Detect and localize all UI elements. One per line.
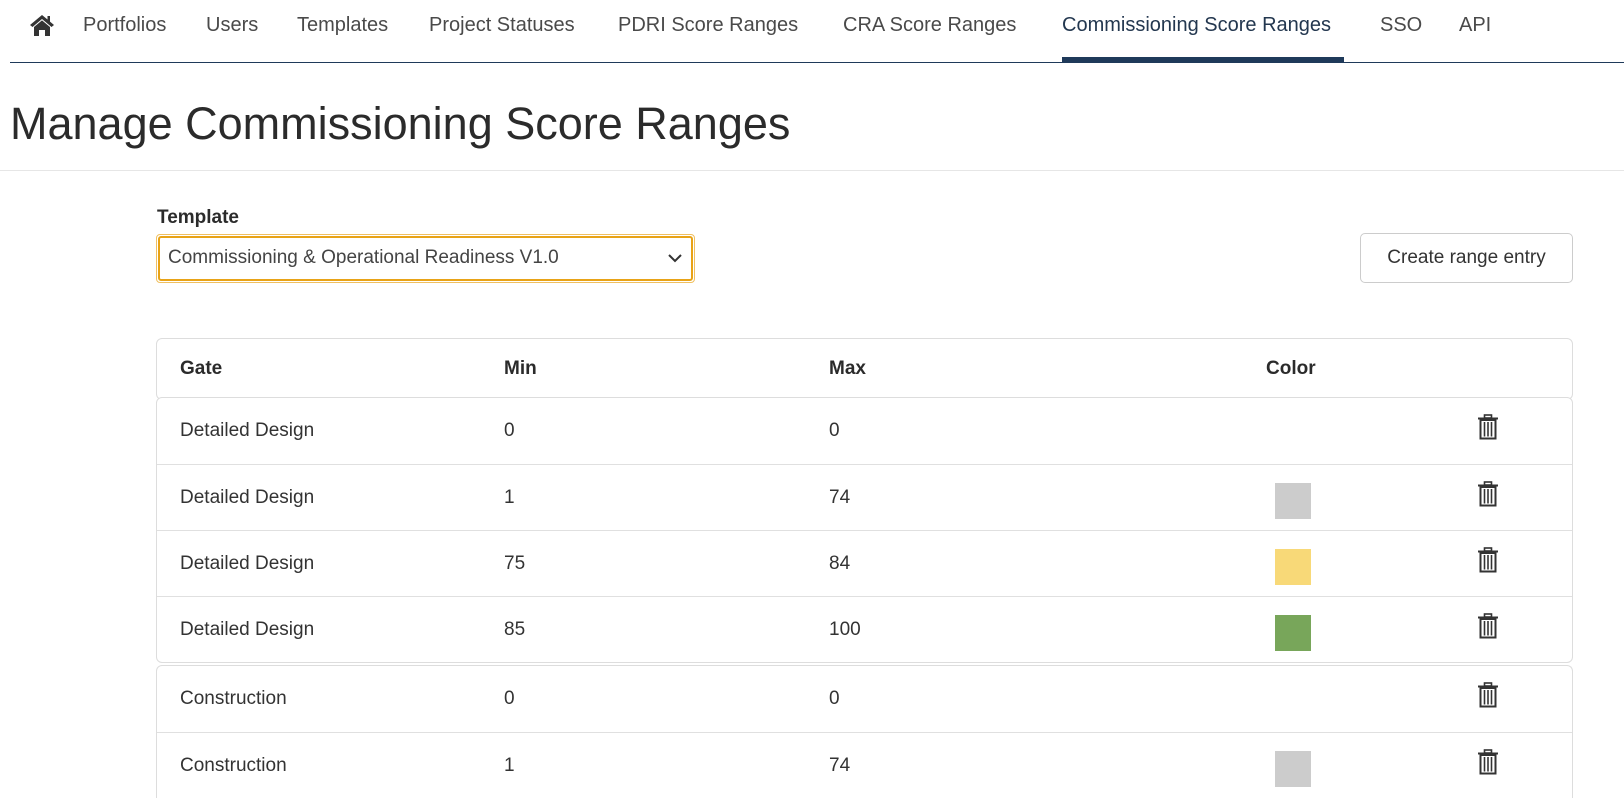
cell-max: 74 [829, 754, 851, 776]
trash-icon[interactable] [1477, 480, 1499, 507]
cell-gate: Construction [180, 754, 287, 776]
cell-max: 0 [829, 688, 840, 709]
cell-min: 85 [504, 618, 526, 640]
cell-min: 1 [504, 486, 515, 508]
color-swatch [1275, 482, 1311, 519]
cell-min: 0 [504, 688, 515, 709]
home-icon[interactable] [29, 12, 55, 38]
nav-api[interactable]: API [1459, 13, 1491, 37]
header-gate: Gate [180, 358, 223, 379]
nav-pdri-score-ranges[interactable]: PDRI Score Ranges [618, 13, 798, 37]
trash-icon[interactable] [1477, 414, 1499, 440]
page-title: Manage Commissioning Score Ranges [10, 98, 791, 149]
template-select-value: Commissioning & Operational Readiness V1… [168, 247, 559, 268]
create-range-entry-button[interactable]: Create range entry [1360, 233, 1573, 283]
cell-gate: Detailed Design [180, 618, 315, 640]
cell-max: 0 [829, 420, 840, 441]
cell-min: 0 [504, 420, 515, 441]
color-swatch [1275, 614, 1311, 651]
chevron-down-icon [668, 254, 682, 263]
cell-max: 100 [829, 618, 861, 640]
cell-min: 1 [504, 754, 515, 776]
cell-min: 75 [504, 552, 526, 574]
header-max: Max [829, 358, 866, 379]
template-select[interactable]: Commissioning & Operational Readiness V1… [156, 234, 695, 283]
trash-icon[interactable] [1477, 612, 1499, 639]
nav-project-statuses[interactable]: Project Statuses [429, 13, 575, 37]
nav-sso[interactable]: SSO [1380, 13, 1422, 37]
table-row: Detailed Design 0 0 [157, 398, 1572, 464]
color-swatch [1275, 548, 1311, 585]
cell-gate: Detailed Design [180, 420, 315, 441]
nav-cra-score-ranges[interactable]: CRA Score Ranges [843, 13, 1016, 37]
active-tab-indicator [1062, 57, 1344, 63]
table-row: Detailed Design 85 100 [157, 596, 1572, 662]
cell-max: 84 [829, 552, 851, 574]
template-select-box[interactable]: Commissioning & Operational Readiness V1… [158, 236, 693, 281]
cell-max: 74 [829, 486, 851, 508]
title-divider [0, 170, 1624, 171]
cell-gate: Detailed Design [180, 552, 315, 574]
range-group-construction: Construction 0 0 Construction 1 74 [156, 665, 1573, 798]
trash-icon[interactable] [1477, 748, 1499, 775]
nav-commissioning-score-ranges[interactable]: Commissioning Score Ranges [1062, 13, 1331, 37]
nav-templates[interactable]: Templates [297, 13, 388, 37]
nav-users[interactable]: Users [206, 13, 258, 37]
nav-portfolios[interactable]: Portfolios [83, 13, 166, 37]
range-group-detailed-design: Detailed Design 0 0 Detailed Design 1 74… [156, 397, 1573, 663]
header-min: Min [504, 358, 537, 379]
cell-gate: Detailed Design [180, 486, 315, 508]
template-label: Template [157, 207, 240, 228]
cell-gate: Construction [180, 688, 287, 709]
table-row: Construction 1 74 [157, 732, 1572, 798]
top-navbar: Portfolios Users Templates Project Statu… [10, 0, 1624, 63]
table-row: Detailed Design 1 74 [157, 464, 1572, 530]
table-header-row: Gate Min Max Color [157, 339, 1572, 399]
trash-icon[interactable] [1477, 682, 1499, 708]
table-row: Detailed Design 75 84 [157, 530, 1572, 596]
trash-icon[interactable] [1477, 546, 1499, 573]
color-swatch [1275, 750, 1311, 787]
score-range-table-header: Gate Min Max Color [156, 338, 1573, 400]
header-color: Color [1266, 358, 1316, 379]
table-row: Construction 0 0 [157, 666, 1572, 732]
